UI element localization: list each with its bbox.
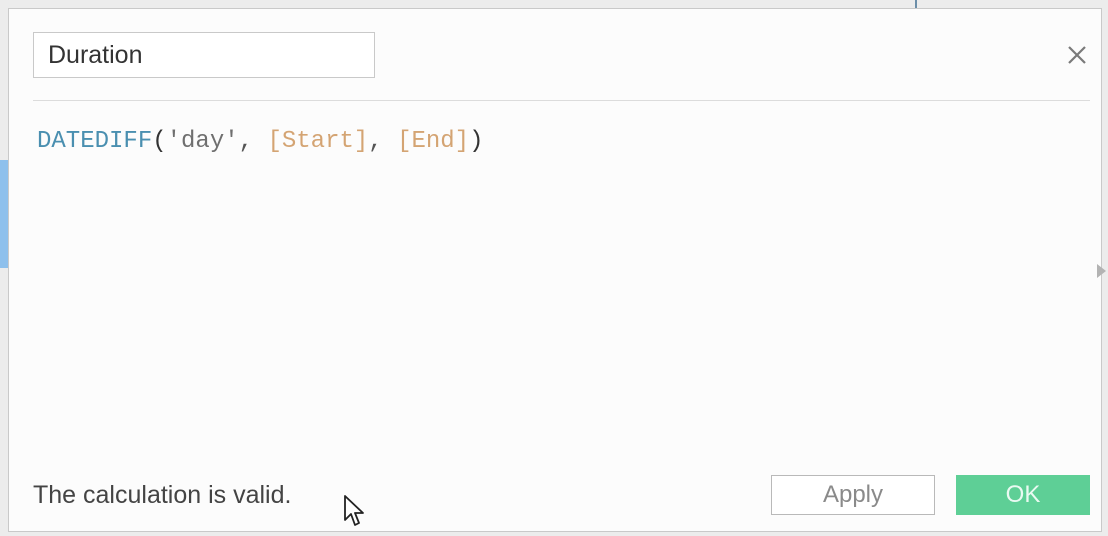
header-divider <box>33 100 1090 101</box>
apply-button[interactable]: Apply <box>771 475 935 515</box>
formula-separator: , <box>238 128 268 155</box>
formula-field-start: [Start] <box>267 128 369 155</box>
chevron-right-icon[interactable] <box>1097 264 1106 278</box>
validation-status: The calculation is valid. <box>33 481 292 509</box>
workspace-background: DATEDIFF('day', [Start], [End]) The calc… <box>0 0 1108 536</box>
background-divider <box>915 0 917 8</box>
ok-button[interactable]: OK <box>956 475 1090 515</box>
formula-editor[interactable]: DATEDIFF('day', [Start], [End]) <box>37 127 1073 447</box>
formula-field-end: [End] <box>397 128 470 155</box>
formula-open-paren: ( <box>152 128 167 155</box>
formula-function: DATEDIFF <box>37 128 153 155</box>
close-button[interactable] <box>1065 43 1089 67</box>
formula-separator: , <box>368 128 398 155</box>
formula-close-paren: ) <box>469 128 484 155</box>
calculation-dialog: DATEDIFF('day', [Start], [End]) The calc… <box>8 8 1106 532</box>
formula-string-arg: 'day' <box>166 128 239 155</box>
calculation-name-field[interactable] <box>33 32 375 78</box>
close-icon <box>1068 46 1086 64</box>
mouse-pointer-icon <box>344 495 364 526</box>
